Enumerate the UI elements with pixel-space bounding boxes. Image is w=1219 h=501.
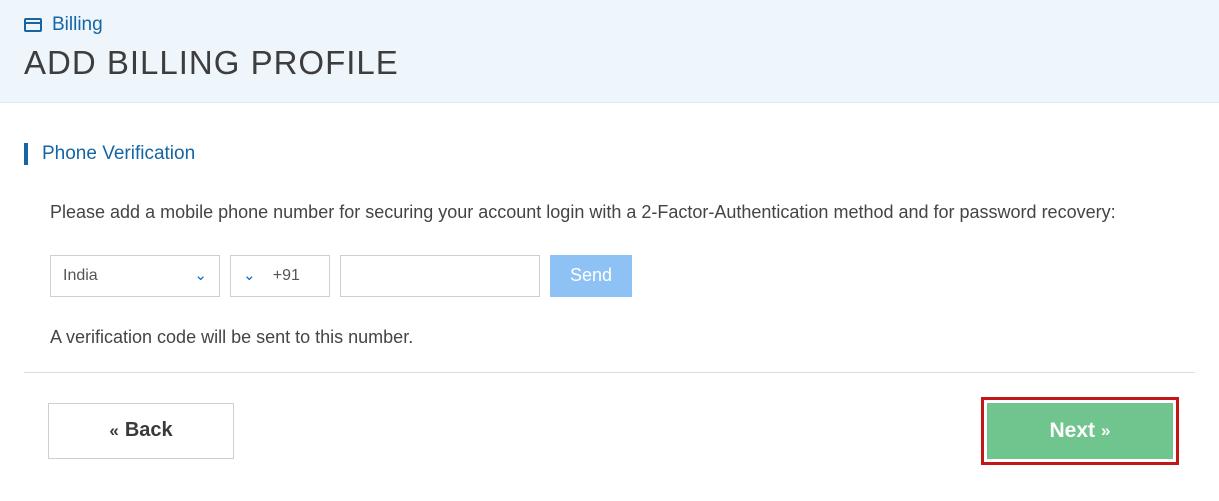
send-button[interactable]: Send [550,255,632,297]
chevron-left-icon: « [109,422,118,439]
verification-hint: A verification code will be sent to this… [50,327,1195,348]
breadcrumb[interactable]: Billing [24,14,1195,36]
breadcrumb-label: Billing [52,14,103,36]
chevron-right-icon: » [1101,422,1110,439]
footer-actions: « Back Next » [24,397,1195,481]
next-button-highlight: Next » [981,397,1179,465]
page-header: Billing ADD BILLING PROFILE [0,0,1219,103]
chevron-down-icon: ⌄ [194,268,207,283]
back-button[interactable]: « Back [48,403,234,459]
country-select[interactable]: India ⌄ [50,255,220,297]
billing-card-icon [24,18,42,32]
instruction-text: Please add a mobile phone number for sec… [50,199,1160,227]
section-title: Phone Verification [42,143,195,165]
divider [24,372,1195,373]
page-title: ADD BILLING PROFILE [24,44,1195,82]
next-button-label: Next [1050,419,1096,443]
country-select-value: India [63,267,98,285]
next-button[interactable]: Next » [987,403,1173,459]
dial-code-select[interactable]: ⌄ +91 [230,255,330,297]
phone-number-input[interactable] [340,255,540,297]
chevron-down-icon: ⌄ [243,268,256,283]
phone-input-row: India ⌄ ⌄ +91 Send [50,255,1195,297]
back-button-label: Back [125,419,173,442]
dial-code-value: +91 [256,267,317,285]
section-accent-bar [24,143,28,165]
section-header: Phone Verification [24,143,1195,165]
